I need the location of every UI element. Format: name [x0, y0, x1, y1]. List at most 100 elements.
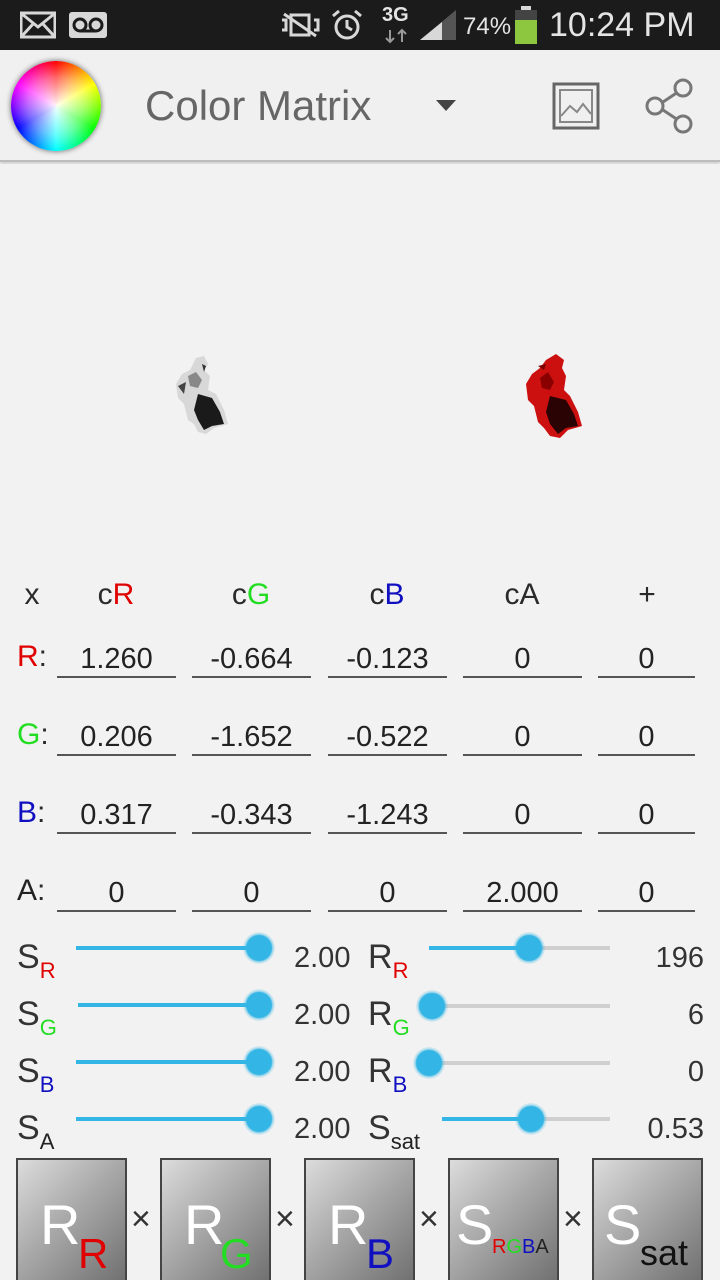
slider-label-sub: R — [392, 958, 409, 983]
battery-percent: 74% — [463, 13, 512, 40]
slider-thumb[interactable] — [243, 932, 275, 964]
tile-sub-letter: G — [220, 1230, 253, 1277]
share-icon[interactable] — [643, 78, 695, 134]
slider-value-s-r: 2.00 — [294, 942, 351, 974]
matrix-cell-b-a[interactable]: 0 — [463, 796, 582, 834]
slider-value-r-g: 6 — [687, 999, 704, 1031]
slider-r-g[interactable] — [416, 990, 610, 1022]
slider-value-r-r: 196 — [655, 942, 704, 974]
matrix-cell-g-b[interactable]: -0.522 — [328, 718, 447, 756]
header-c-prefix: c — [97, 578, 113, 611]
header-c-prefix: c — [369, 578, 385, 611]
pipeline-tile-s-sat[interactable]: S sat — [592, 1158, 703, 1280]
battery-icon — [515, 6, 537, 44]
slider-label-sub: G — [392, 1015, 410, 1040]
slider-thumb[interactable] — [515, 1103, 548, 1135]
slider-label-r-g: RG — [368, 995, 410, 1041]
action-bar: Color Matrix — [0, 50, 720, 162]
slider-fill — [76, 946, 259, 950]
slider-label-main: R — [368, 1052, 393, 1090]
header-cB: cB — [348, 578, 426, 612]
row-label-text: R — [17, 640, 39, 673]
slider-label-main: S — [17, 1052, 40, 1090]
tile-main-letter: S — [604, 1193, 642, 1256]
slider-thumb[interactable] — [413, 1047, 445, 1079]
slider-s-a[interactable] — [76, 1103, 275, 1135]
matrix-cell-b-b[interactable]: -1.243 — [328, 796, 447, 834]
matrix-cell-a-g[interactable]: 0 — [192, 874, 311, 912]
slider-s-r[interactable] — [76, 932, 275, 964]
pipeline-tile-r-r[interactable]: R R — [16, 1158, 127, 1280]
matrix-cell-r-g[interactable]: -0.664 — [192, 640, 311, 678]
matrix-cell-g-offset[interactable]: 0 — [598, 718, 695, 756]
slider-s-sat[interactable] — [442, 1103, 610, 1135]
slider-thumb[interactable] — [243, 1046, 275, 1078]
header-cG: cG — [212, 578, 290, 612]
matrix-cell-g-a[interactable]: 0 — [463, 718, 582, 756]
matrix-cell-a-offset[interactable]: 0 — [598, 874, 695, 912]
matrix-cell-b-g[interactable]: -0.343 — [192, 796, 311, 834]
multiply-symbol: × — [131, 1200, 151, 1238]
matrix-cell-r-r[interactable]: 1.260 — [57, 640, 176, 678]
slider-label-main: R — [368, 995, 393, 1033]
slider-label-main: S — [17, 938, 40, 976]
slider-s-b[interactable] — [76, 1046, 275, 1078]
slider-r-b[interactable] — [413, 1047, 610, 1079]
slider-label-main: S — [17, 995, 40, 1033]
image-icon[interactable] — [552, 82, 600, 130]
network-type-label: 3G — [382, 4, 409, 26]
slider-label-s-g: SG — [17, 995, 57, 1041]
mail-icon — [20, 11, 56, 39]
slider-thumb[interactable] — [512, 932, 545, 964]
slider-label-sub: B — [392, 1072, 408, 1097]
multiply-symbol: × — [419, 1200, 439, 1238]
slider-r-r[interactable] — [429, 932, 610, 964]
matrix-cell-b-r[interactable]: 0.317 — [57, 796, 176, 834]
pipeline-tile-r-b[interactable]: R B — [304, 1158, 415, 1280]
row-label-b: B: — [17, 796, 46, 829]
header-cG-channel: G — [246, 578, 271, 611]
color-wheel-logo[interactable] — [11, 61, 101, 151]
slider-label-sub: B — [39, 1072, 55, 1097]
multiply-symbol: × — [275, 1200, 295, 1238]
original-image-preview[interactable] — [168, 354, 232, 434]
slider-label-s-r: SR — [17, 938, 56, 984]
matrix-cell-r-b[interactable]: -0.123 — [328, 640, 447, 678]
filtered-image-preview[interactable] — [520, 354, 584, 438]
slider-label-r-r: RR — [368, 938, 408, 984]
pipeline-tile-r-g[interactable]: R G — [160, 1158, 271, 1280]
header-cR-channel: R — [112, 578, 135, 611]
slider-s-g[interactable] — [78, 989, 275, 1021]
slider-fill — [76, 1060, 259, 1064]
tile-sub-text: sat — [640, 1232, 689, 1273]
slider-label-main: R — [368, 938, 393, 976]
matrix-cell-a-b[interactable]: 0 — [328, 874, 447, 912]
slider-value-s-a: 2.00 — [294, 1113, 351, 1145]
matrix-cell-a-a[interactable]: 2.000 — [463, 874, 582, 912]
slider-fill — [78, 1003, 259, 1007]
slider-thumb[interactable] — [243, 989, 275, 1021]
matrix-cell-g-g[interactable]: -1.652 — [192, 718, 311, 756]
header-cR: cR — [77, 578, 155, 612]
signal-icon — [420, 10, 456, 40]
vibrate-icon — [282, 12, 320, 38]
pipeline-tile-s-rgba[interactable]: S RGBA — [448, 1158, 559, 1280]
row-label-g: G: — [17, 718, 49, 751]
matrix-cell-a-r[interactable]: 0 — [57, 874, 176, 912]
tile-main-letter: R — [40, 1193, 81, 1256]
app-title[interactable]: Color Matrix — [145, 82, 371, 130]
network-3g-icon — [385, 28, 407, 44]
slider-label-sub: sat — [390, 1129, 421, 1154]
dropdown-caret-icon[interactable] — [436, 100, 456, 111]
slider-label-sub: R — [39, 958, 56, 983]
voicemail-icon — [69, 12, 107, 38]
matrix-cell-g-r[interactable]: 0.206 — [57, 718, 176, 756]
slider-label-s-sat: Ssat — [368, 1109, 420, 1155]
slider-label-s-b: SB — [17, 1052, 54, 1098]
matrix-cell-b-offset[interactable]: 0 — [598, 796, 695, 834]
matrix-cell-r-a[interactable]: 0 — [463, 640, 582, 678]
slider-thumb[interactable] — [243, 1103, 275, 1135]
matrix-cell-r-offset[interactable]: 0 — [598, 640, 695, 678]
tile-main-letter: S — [456, 1193, 494, 1256]
slider-thumb[interactable] — [416, 990, 448, 1022]
